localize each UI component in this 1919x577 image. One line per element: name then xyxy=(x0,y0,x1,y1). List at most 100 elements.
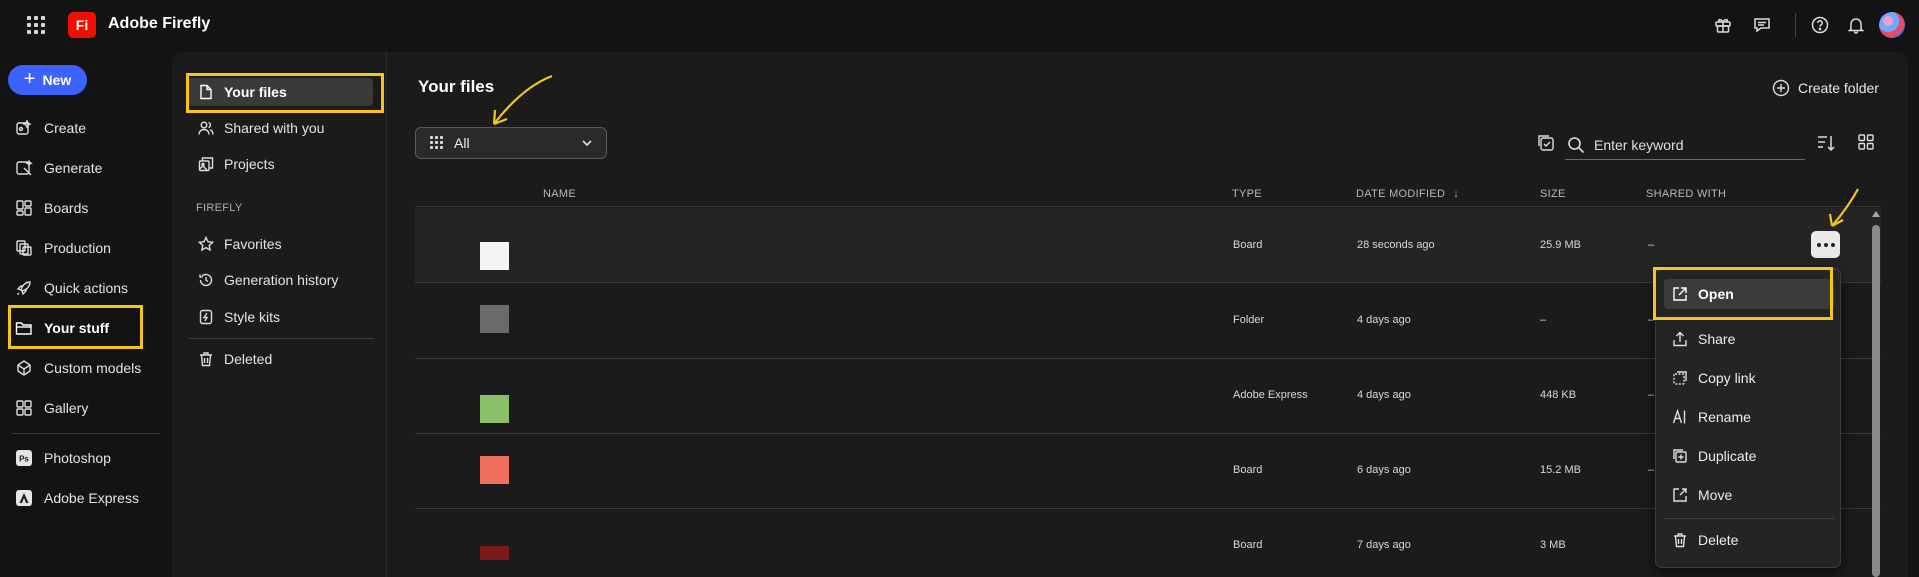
column-header-date-modified[interactable]: DATE MODIFIED ↓ xyxy=(1356,188,1459,200)
column-header-name[interactable]: NAME xyxy=(543,188,576,200)
file-type: Board xyxy=(1233,239,1263,251)
nav-item-create[interactable]: Create xyxy=(14,114,86,142)
context-menu: Open Share Copy link Rename Duplicate Mo… xyxy=(1655,268,1841,568)
move-icon xyxy=(1673,488,1687,502)
subnav-your-files[interactable]: Your files xyxy=(188,78,373,106)
column-header-shared-with[interactable]: SHARED WITH xyxy=(1646,188,1726,200)
nav-item-label: Your stuff xyxy=(44,320,110,336)
file-thumbnail xyxy=(480,242,509,270)
nav-item-custom-models[interactable]: Custom models xyxy=(14,354,141,382)
subnav-label: Style kits xyxy=(224,309,281,325)
help-icon[interactable] xyxy=(1809,14,1831,36)
file-type: Adobe Express xyxy=(1233,389,1308,401)
subnav-section-label: FIREFLY xyxy=(196,202,243,214)
file-size: 448 KB xyxy=(1540,389,1577,401)
folder-icon xyxy=(14,318,34,338)
menu-item-move[interactable]: Move xyxy=(1664,480,1834,510)
menu-item-label: Move xyxy=(1698,487,1733,503)
subnav-deleted[interactable]: Deleted xyxy=(198,346,272,372)
nav-item-label: Generate xyxy=(44,160,103,176)
app-switcher-icon[interactable] xyxy=(27,16,45,34)
menu-item-open[interactable]: Open xyxy=(1664,279,1834,309)
rocket-icon xyxy=(14,278,34,298)
new-button-label: New xyxy=(42,72,72,88)
more-options-button[interactable] xyxy=(1811,231,1840,258)
column-header-type[interactable]: TYPE xyxy=(1232,188,1262,200)
subnav-label: Deleted xyxy=(224,351,273,367)
menu-divider xyxy=(1664,518,1834,519)
subnav-label: Generation history xyxy=(224,272,339,288)
menu-item-share[interactable]: Share xyxy=(1664,324,1834,354)
notifications-icon[interactable] xyxy=(1845,14,1867,36)
file-thumbnail xyxy=(480,456,509,484)
type-filter-dropdown[interactable]: All xyxy=(415,127,607,159)
subnav-label: Favorites xyxy=(224,236,282,252)
rename-icon xyxy=(1672,409,1686,424)
sort-icon[interactable] xyxy=(1816,133,1836,156)
user-avatar[interactable] xyxy=(1879,12,1905,38)
select-mode-icon[interactable] xyxy=(1537,134,1555,155)
file-shared-with: – xyxy=(1648,239,1655,251)
nav-item-label: Create xyxy=(44,120,87,136)
nav-item-production[interactable]: Production xyxy=(14,234,111,262)
app-title[interactable]: Adobe Firefly xyxy=(108,15,210,33)
feedback-icon[interactable] xyxy=(1751,14,1773,36)
svg-text:Ps: Ps xyxy=(19,455,29,464)
subnav-generation-history[interactable]: Generation history xyxy=(198,267,338,293)
search-icon xyxy=(1568,136,1585,153)
scroll-up-arrow[interactable] xyxy=(1872,211,1880,217)
column-header-label: DATE MODIFIED xyxy=(1356,188,1446,200)
menu-item-copy-link[interactable]: Copy link xyxy=(1664,363,1834,393)
plus-icon: + xyxy=(23,68,36,90)
menu-item-label: Copy link xyxy=(1698,370,1756,386)
scrollbar-thumb[interactable] xyxy=(1872,225,1880,577)
menu-item-label: Open xyxy=(1698,286,1734,302)
nav-item-adobe-express[interactable]: Adobe Express xyxy=(14,484,139,512)
projects-icon xyxy=(198,157,214,172)
copy-link-icon xyxy=(1673,371,1687,385)
nav-item-generate[interactable]: Generate xyxy=(14,154,102,182)
grid-view-icon[interactable] xyxy=(1857,133,1875,154)
file-size: – xyxy=(1540,314,1547,326)
subnav-label: Shared with you xyxy=(224,120,325,136)
file-date: 4 days ago xyxy=(1357,389,1411,401)
create-folder-label: Create folder xyxy=(1798,80,1879,96)
file-type: Folder xyxy=(1233,314,1265,326)
create-icon xyxy=(14,118,34,138)
search-input[interactable] xyxy=(1594,136,1794,153)
menu-item-duplicate[interactable]: Duplicate xyxy=(1664,441,1834,471)
nav-item-photoshop[interactable]: Ps Photoshop xyxy=(14,444,111,472)
file-thumbnail xyxy=(480,546,509,560)
production-icon xyxy=(14,238,34,258)
subnav-style-kits[interactable]: Style kits xyxy=(198,304,280,330)
open-icon xyxy=(1673,287,1687,301)
nav-item-quick-actions[interactable]: Quick actions xyxy=(14,274,128,302)
gift-icon[interactable] xyxy=(1712,14,1734,36)
nav-item-boards[interactable]: Boards xyxy=(14,194,88,222)
subnav-shared-with-you[interactable]: Shared with you xyxy=(198,115,324,141)
users-icon xyxy=(198,121,214,135)
file-type: Board xyxy=(1233,464,1263,476)
subnav-projects[interactable]: Projects xyxy=(198,151,275,177)
custom-models-icon xyxy=(14,358,34,378)
trash-icon xyxy=(200,352,212,367)
duplicate-icon xyxy=(1673,449,1687,463)
create-folder-button[interactable]: Create folder xyxy=(1772,79,1879,97)
menu-item-rename[interactable]: Rename xyxy=(1664,402,1834,432)
nav-item-your-stuff[interactable]: Your stuff xyxy=(14,314,109,342)
column-header-size[interactable]: SIZE xyxy=(1540,188,1566,200)
menu-item-label: Delete xyxy=(1698,532,1739,548)
top-bar: Fi Adobe Firefly xyxy=(0,0,1919,50)
new-button[interactable]: + New xyxy=(8,65,87,95)
firefly-logo[interactable]: Fi xyxy=(68,12,96,38)
filter-value: All xyxy=(454,135,470,151)
subnav-favorites[interactable]: Favorites xyxy=(198,231,282,257)
file-thumbnail xyxy=(480,395,509,423)
nav-item-gallery[interactable]: Gallery xyxy=(14,394,88,422)
menu-item-delete[interactable]: Delete xyxy=(1664,525,1834,555)
subnav-divider-line xyxy=(188,338,374,339)
file-date: 28 seconds ago xyxy=(1357,239,1435,251)
history-icon xyxy=(199,273,213,287)
file-thumbnail xyxy=(480,305,509,333)
subnav-label: Your files xyxy=(224,84,287,100)
